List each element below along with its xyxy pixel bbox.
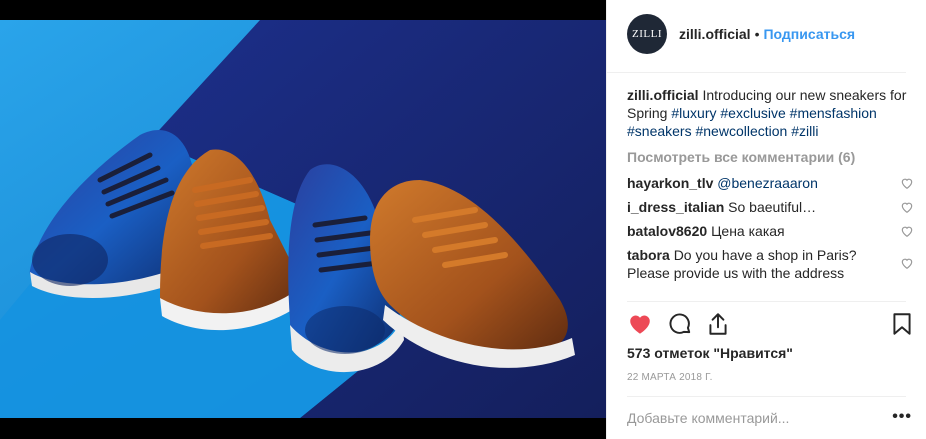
post-photo[interactable] — [0, 20, 606, 418]
view-all-comments-link[interactable]: Посмотреть все комментарии (6) — [627, 149, 855, 165]
heart-filled-icon[interactable] — [627, 311, 653, 337]
post-media[interactable] — [0, 0, 606, 439]
more-options-icon[interactable]: ••• — [892, 408, 912, 426]
comment-username[interactable]: hayarkon_tlv — [627, 175, 713, 191]
sneakers-photo — [0, 20, 606, 418]
comment-username[interactable]: tabora — [627, 247, 670, 263]
share-icon[interactable] — [705, 311, 731, 337]
divider — [627, 396, 906, 397]
comment-bubble-icon[interactable] — [667, 311, 693, 337]
comment-mention[interactable]: @benezraaaron — [717, 175, 818, 191]
comment-item: tabora Do you have a shop in Paris? Plea… — [627, 246, 867, 282]
comment-item: hayarkon_tlv @benezraaaron — [627, 174, 867, 192]
post-caption: zilli.official Introducing our new sneak… — [627, 86, 909, 140]
separator-dot: • — [754, 26, 760, 42]
caption-username[interactable]: zilli.official — [627, 87, 699, 103]
hashtag-link[interactable]: #mensfashion — [790, 105, 877, 121]
add-comment-input[interactable] — [627, 408, 877, 428]
comment-item: batalov8620 Цена какая — [627, 222, 867, 240]
hashtag-link[interactable]: #zilli — [791, 123, 818, 139]
follow-button[interactable]: Подписаться — [763, 26, 855, 42]
hashtag-link[interactable]: #luxury — [671, 105, 716, 121]
comment-username[interactable]: i_dress_italian — [627, 199, 724, 215]
heart-outline-icon[interactable] — [900, 224, 914, 238]
likes-count[interactable]: 573 отметок "Нравится" — [627, 345, 793, 361]
avatar[interactable]: ZILLI — [627, 14, 667, 54]
hashtag-link[interactable]: #sneakers — [627, 123, 692, 139]
post-header: ZILLI zilli.official • Подписаться — [627, 14, 855, 54]
hashtag-link[interactable]: #exclusive — [720, 105, 785, 121]
comment-text: So baeutiful… — [728, 199, 817, 215]
bookmark-icon[interactable] — [889, 311, 915, 337]
heart-outline-icon[interactable] — [900, 256, 914, 270]
hashtag-link[interactable]: #newcollection — [695, 123, 787, 139]
comment-item: i_dress_italian So baeutiful… — [627, 198, 867, 216]
comment-text: Цена какая — [711, 223, 785, 239]
comment-username[interactable]: batalov8620 — [627, 223, 707, 239]
divider — [607, 72, 906, 73]
post-date[interactable]: 22 МАРТА 2018 Г. — [627, 372, 713, 383]
avatar-logo-text: ZILLI — [632, 28, 662, 40]
post-actions — [627, 311, 915, 339]
heart-outline-icon[interactable] — [900, 200, 914, 214]
post-username[interactable]: zilli.official — [679, 26, 751, 42]
heart-outline-icon[interactable] — [900, 176, 914, 190]
post-panel: ZILLI zilli.official • Подписаться zilli… — [606, 0, 926, 439]
divider — [627, 301, 906, 302]
